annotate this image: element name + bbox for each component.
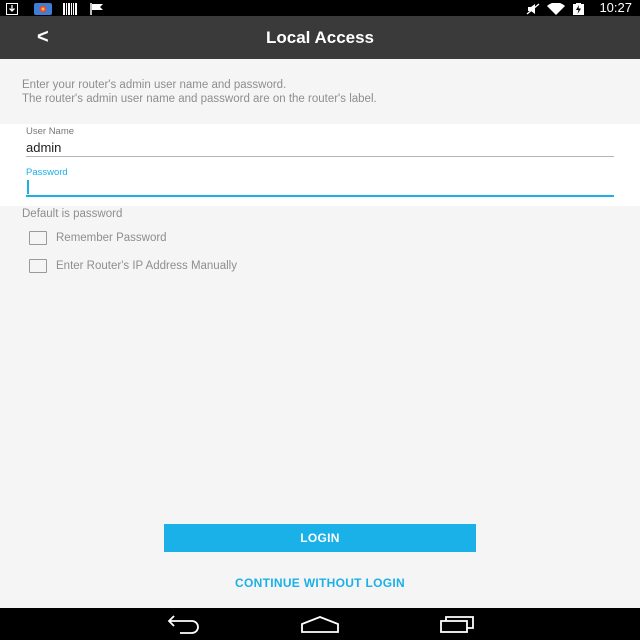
- clock-time: 10:27: [599, 0, 632, 15]
- login-button[interactable]: LOGIN: [164, 524, 476, 552]
- status-bar: 10:27: [0, 0, 640, 16]
- page-title: Local Access: [265, 28, 375, 47]
- manual-ip-label: Enter Router's IP Address Manually: [56, 260, 237, 272]
- text-cursor: [27, 180, 29, 194]
- app-bar: < Local Access: [0, 16, 640, 59]
- instructions-line-2: The router's admin user name and passwor…: [22, 92, 377, 105]
- username-field[interactable]: admin: [26, 140, 61, 155]
- back-nav-icon[interactable]: [166, 614, 202, 639]
- password-underline: [26, 195, 614, 197]
- remember-password-option[interactable]: Remember Password: [29, 230, 167, 246]
- default-password-hint: Default is password: [22, 208, 123, 220]
- remember-password-checkbox[interactable]: [29, 231, 47, 245]
- manual-ip-checkbox[interactable]: [29, 259, 47, 273]
- manual-ip-option[interactable]: Enter Router's IP Address Manually: [29, 258, 237, 274]
- recents-nav-icon[interactable]: [439, 614, 475, 639]
- login-form: User Name admin Password: [0, 124, 640, 206]
- continue-without-login-button[interactable]: CONTINUE WITHOUT LOGIN: [0, 576, 640, 590]
- remember-password-label: Remember Password: [56, 232, 167, 244]
- username-label: User Name: [26, 126, 75, 137]
- home-nav-icon[interactable]: [300, 614, 340, 639]
- navigation-bar: [0, 608, 640, 640]
- password-label: Password: [26, 167, 68, 178]
- password-field[interactable]: [26, 180, 614, 196]
- instructions-text: Enter your router's admin user name and …: [22, 79, 622, 106]
- instructions-line-1: Enter your router's admin user name and …: [22, 79, 287, 91]
- username-underline: [26, 156, 614, 157]
